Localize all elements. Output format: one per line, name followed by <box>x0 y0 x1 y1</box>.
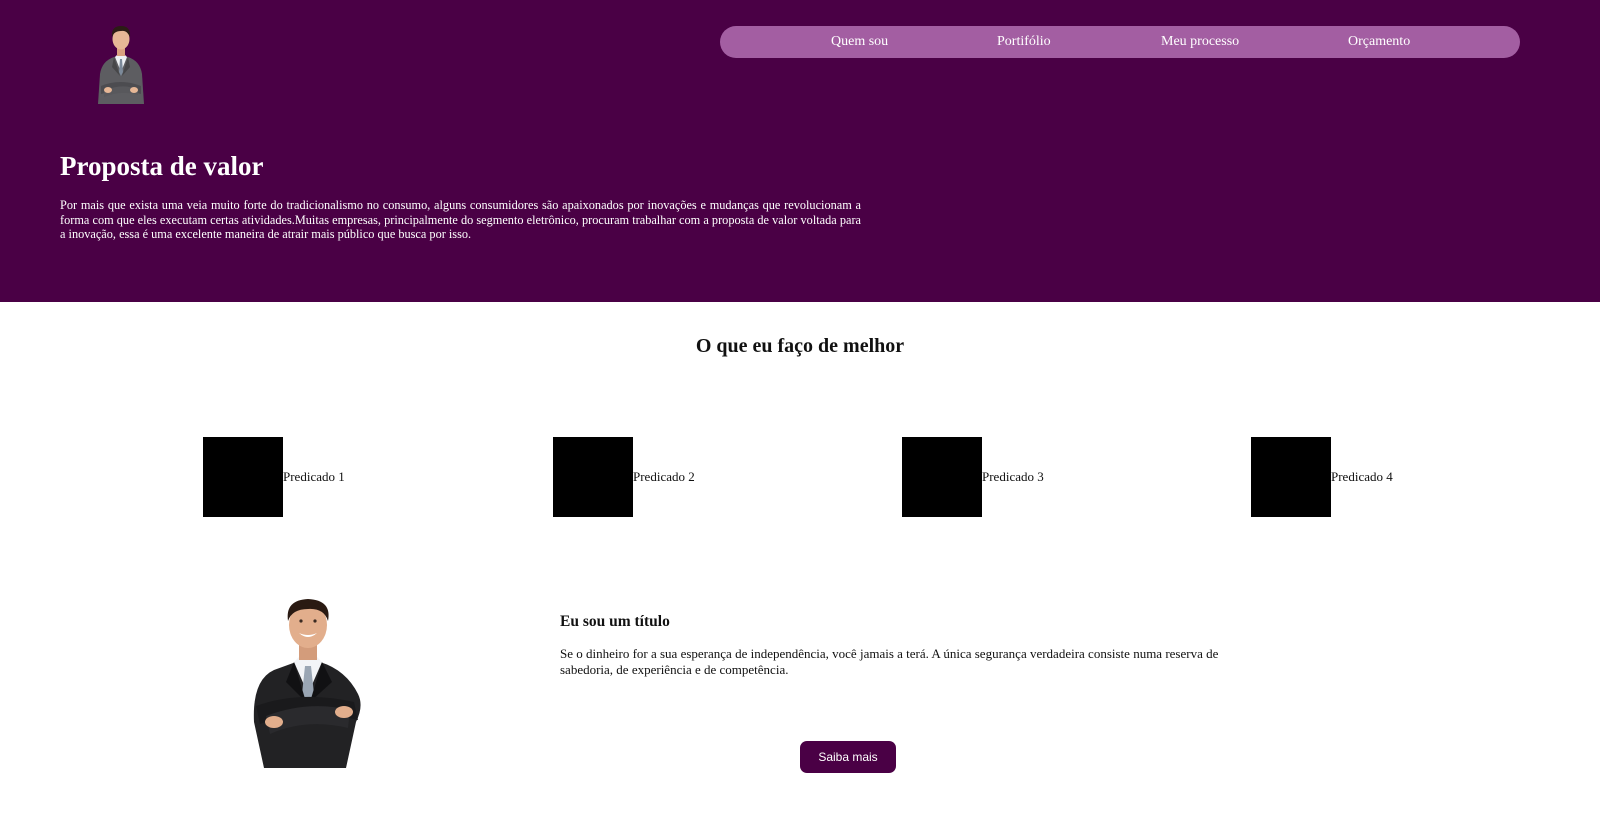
person-photo <box>250 594 368 768</box>
hero-section: Quem sou Portifólio Meu processo Orçamen… <box>0 0 1600 302</box>
feature-image-placeholder <box>902 437 982 517</box>
feature-label: Predicado 2 <box>633 469 695 484</box>
page: Quem sou Portifólio Meu processo Orçamen… <box>0 0 1600 830</box>
nav-link-orcamento[interactable]: Orçamento <box>1348 33 1410 51</box>
businessman-photo-icon <box>253 599 361 768</box>
feature-item-4[interactable]: Predicado 4 <box>1251 437 1393 517</box>
main-nav: Quem sou Portifólio Meu processo Orçamen… <box>720 26 1520 58</box>
about-description: Se o dinheiro for a sua esperança de ind… <box>560 646 1219 677</box>
nav-link-portifolio[interactable]: Portifólio <box>997 33 1051 51</box>
logo-avatar[interactable] <box>92 20 150 104</box>
hero-title: Proposta de valor <box>60 151 264 181</box>
feature-label: Predicado 1 <box>283 469 345 484</box>
feature-item-1[interactable]: Predicado 1 <box>203 437 345 517</box>
about-title: Eu sou um título <box>560 613 670 630</box>
feature-label: Predicado 3 <box>982 469 1044 484</box>
feature-image-placeholder <box>553 437 633 517</box>
services-title: O que eu faço de melhor <box>695 335 905 357</box>
feature-image-placeholder <box>1251 437 1331 517</box>
businessman-avatar-icon <box>98 26 144 104</box>
feature-label: Predicado 4 <box>1331 469 1393 484</box>
nav-link-quem-sou[interactable]: Quem sou <box>831 33 888 51</box>
feature-image-placeholder <box>203 437 283 517</box>
saiba-mais-button[interactable]: Saiba mais <box>800 741 896 773</box>
nav-link-meu-processo[interactable]: Meu processo <box>1161 33 1239 51</box>
feature-item-3[interactable]: Predicado 3 <box>902 437 1044 517</box>
hero-description: Por mais que exista uma veia muito forte… <box>60 198 861 242</box>
feature-item-2[interactable]: Predicado 2 <box>553 437 695 517</box>
